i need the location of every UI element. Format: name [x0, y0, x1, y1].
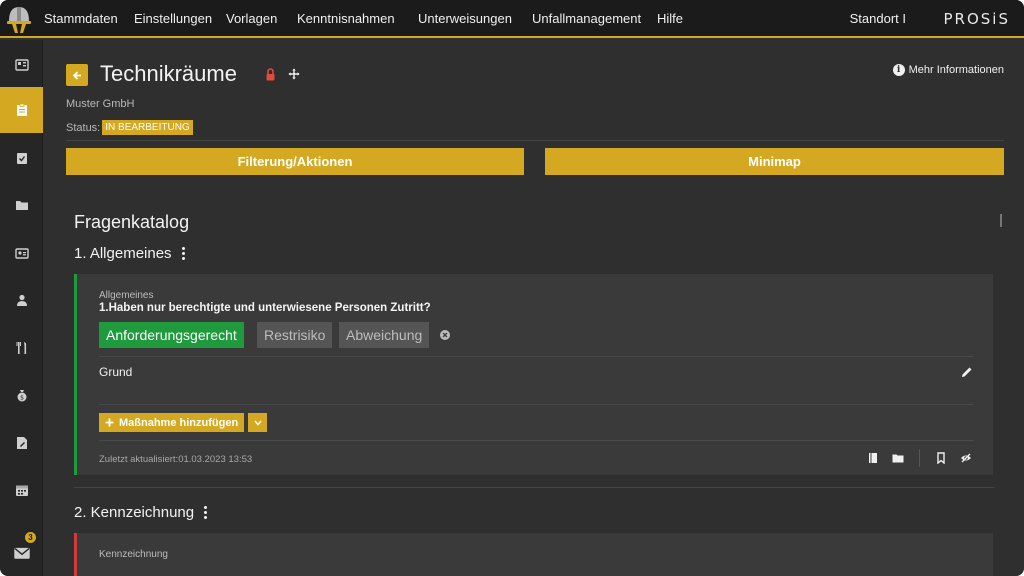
last-updated: Zuletzt aktualisiert:01.03.2023 13:53 — [99, 454, 253, 465]
calendar-icon — [15, 485, 28, 496]
divider — [919, 449, 920, 467]
plus-icon — [105, 418, 114, 427]
question-category: Allgemeines — [99, 290, 154, 301]
nav-hilfe[interactable]: Hilfe — [657, 0, 683, 38]
reason-label: Grund — [99, 365, 133, 379]
divider — [99, 404, 974, 405]
divider — [99, 440, 974, 441]
divider — [66, 140, 1004, 141]
sidebar-item-messages[interactable]: 3 — [0, 530, 43, 576]
nav-unfallmanagement[interactable]: Unfallmanagement — [532, 0, 641, 38]
more-info-label: Mehr Informationen — [908, 64, 1004, 76]
folder-icon[interactable] — [892, 452, 904, 464]
nav-unterweisungen[interactable]: Unterweisungen — [418, 0, 512, 38]
mail-count-badge: 3 — [25, 532, 36, 543]
svg-text:$: $ — [20, 394, 24, 401]
back-button[interactable] — [66, 64, 88, 86]
brand-logo: PROSiS — [943, 10, 1010, 28]
eye-slash-icon[interactable] — [960, 452, 972, 464]
divider — [74, 487, 995, 488]
location-selector[interactable]: Standort I — [850, 0, 906, 38]
move-icon[interactable] — [288, 68, 300, 80]
answer-abweichung[interactable]: Abweichung — [339, 322, 430, 348]
add-measure-dropdown[interactable] — [248, 413, 267, 432]
company-name: Muster GmbH — [66, 98, 135, 110]
nav-kenntnisnahmen[interactable]: Kenntnisnahmen — [297, 0, 395, 38]
question-group-header: 2. Kennzeichnung — [74, 504, 208, 521]
lock-icon — [266, 68, 275, 81]
top-navigation-bar: Stammdaten Einstellungen Vorlagen Kenntn… — [0, 0, 1024, 38]
sidebar-item-audits[interactable] — [0, 87, 43, 133]
id-card-icon — [14, 248, 29, 259]
pencil-icon[interactable] — [961, 366, 973, 378]
app-window: Stammdaten Einstellungen Vorlagen Kenntn… — [0, 0, 1024, 576]
nav-einstellungen[interactable]: Einstellungen — [134, 0, 212, 38]
arrow-left-icon — [72, 70, 81, 80]
answer-restrisiko[interactable]: Restrisiko — [257, 322, 333, 348]
sidebar-item-checklists[interactable] — [0, 135, 43, 181]
question-group-title: 2. Kennzeichnung — [74, 504, 195, 521]
group-menu-icon[interactable] — [204, 506, 208, 519]
helmet-logo-icon[interactable] — [6, 3, 32, 35]
folder-icon — [15, 201, 28, 210]
mail-icon — [13, 547, 30, 559]
question-category: Kennzeichnung — [99, 549, 168, 560]
sidebar-item-employees[interactable] — [0, 277, 43, 323]
page-title: Technikräume — [100, 61, 237, 86]
filter-actions-button[interactable]: Filterung/Aktionen — [66, 148, 524, 175]
chevron-down-icon — [253, 420, 262, 426]
sidebar-item-forms[interactable] — [0, 420, 43, 466]
main-content: Technikräume i Mehr Informationen Muster… — [44, 40, 1024, 576]
sidebar-item-tools[interactable] — [0, 325, 43, 371]
money-bag-icon: $ — [17, 390, 26, 402]
more-info-link[interactable]: i Mehr Informationen — [892, 64, 1004, 76]
divider — [99, 356, 974, 357]
person-icon — [16, 294, 27, 306]
sidebar-item-calendar[interactable] — [0, 467, 43, 513]
status-row: Status: IN BEARBEITUNG — [66, 120, 193, 135]
add-measure-button[interactable]: Maßnahme hinzufügen — [99, 413, 245, 432]
question-group-header: 1. Allgemeines — [74, 245, 185, 262]
clipboard-check-icon — [16, 153, 27, 164]
clear-answer-icon[interactable] — [440, 330, 450, 340]
question-card: Allgemeines 1.Haben nur berechtigte und … — [74, 274, 993, 475]
sidebar-item-finances[interactable]: $ — [0, 372, 43, 418]
scroll-indicator — [1000, 214, 1002, 227]
group-menu-icon[interactable] — [181, 247, 185, 260]
status-label: Status: — [66, 121, 101, 134]
info-icon: i — [892, 64, 905, 76]
nav-stammdaten[interactable]: Stammdaten — [44, 0, 118, 38]
file-edit-icon — [16, 437, 27, 449]
sidebar-item-persons-card[interactable] — [0, 230, 43, 276]
dashboard-icon — [14, 59, 29, 71]
clipboard-icon — [16, 103, 27, 116]
sidebar: $ 3 — [0, 40, 43, 576]
minimap-button[interactable]: Minimap — [545, 148, 1004, 175]
tools-icon — [16, 342, 26, 354]
book-icon[interactable] — [867, 452, 879, 464]
bookmark-icon[interactable] — [935, 452, 947, 464]
answer-anforderungsgerecht[interactable]: Anforderungsgerecht — [99, 322, 244, 348]
nav-vorlagen[interactable]: Vorlagen — [226, 0, 277, 38]
status-badge: IN BEARBEITUNG — [102, 120, 193, 135]
question-card: Kennzeichnung — [74, 533, 993, 576]
question-text: 1.Haben nur berechtigte und unterwiesene… — [99, 302, 431, 314]
sidebar-item-dashboard[interactable] — [0, 42, 43, 88]
question-group-title: 1. Allgemeines — [74, 245, 172, 262]
add-measure-label: Maßnahme hinzufügen — [119, 416, 239, 429]
sidebar-item-documents[interactable] — [0, 182, 43, 228]
catalog-title: Fragenkatalog — [74, 212, 190, 232]
